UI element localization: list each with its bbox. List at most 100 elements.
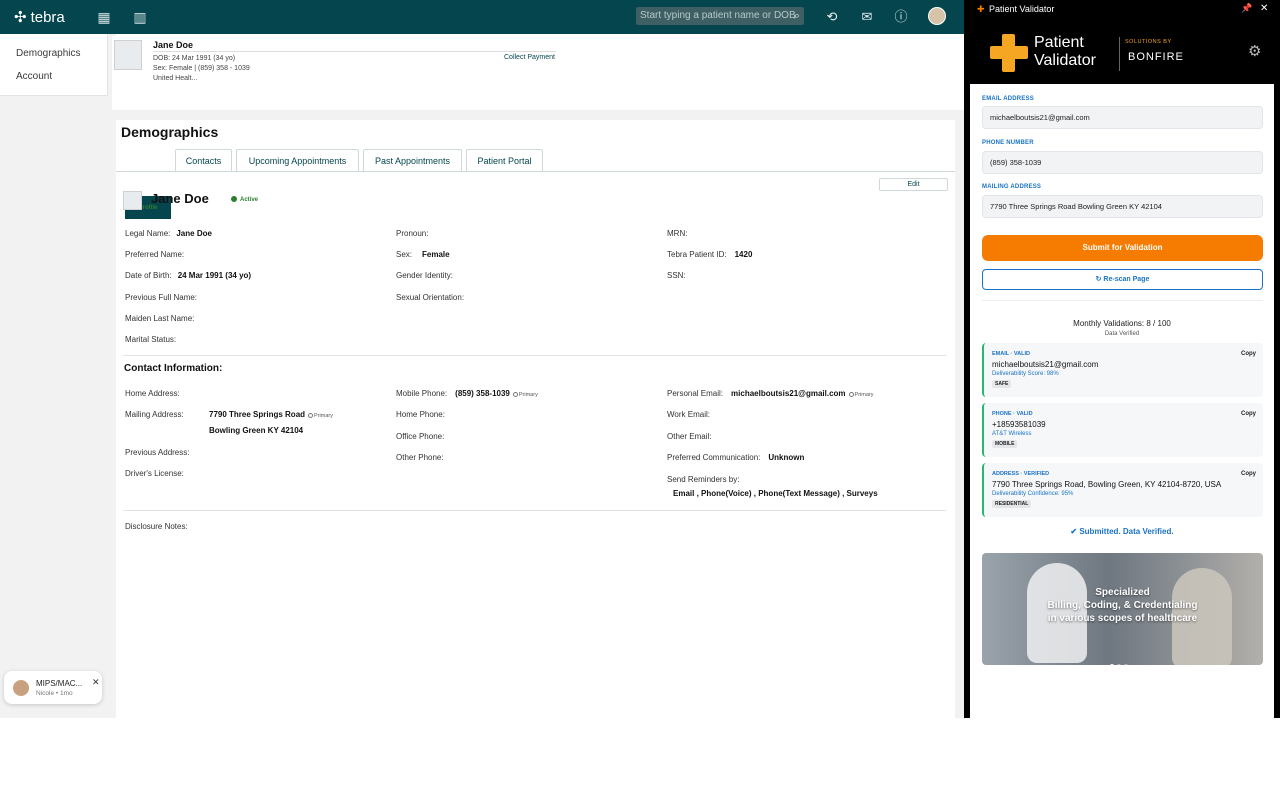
- result-tag: SAFE: [992, 380, 1012, 388]
- previous-full-name-label: Previous Full Name:: [125, 293, 198, 302]
- address-result-card: ADDRESS · VERIFIED 7790 Three Springs Ro…: [982, 463, 1263, 517]
- carousel-dot[interactable]: [1124, 664, 1128, 665]
- bonfire-logo: BONFIRE: [1128, 51, 1184, 63]
- gear-icon[interactable]: ⚙: [1248, 42, 1261, 60]
- user-avatar[interactable]: [928, 7, 946, 25]
- result-header: ADDRESS · VERIFIED: [992, 471, 1050, 477]
- legal-name-label: Legal Name:: [125, 229, 171, 238]
- promo-line1: Specialized: [1095, 587, 1150, 598]
- nav-item-account[interactable]: Account: [16, 71, 52, 82]
- mobile-phone-row: Mobile Phone: (859) 358-1039 Primary: [396, 389, 538, 398]
- mailing-address-field[interactable]: 7790 Three Springs Road Bowling Green KY…: [982, 195, 1263, 218]
- sex-row: Sex: Female: [396, 250, 450, 259]
- close-icon[interactable]: ✕: [92, 677, 100, 688]
- result-tag: RESIDENTIAL: [992, 500, 1032, 508]
- status-badge: Active: [231, 196, 258, 203]
- search-placeholder: Start typing a patient name or DOB: [640, 10, 796, 21]
- result-subtext: Deliverability Score: 98%: [992, 371, 1059, 377]
- tabs-underline: [116, 171, 955, 172]
- submitted-status: ✔ Submitted. Data Verified.: [1070, 527, 1174, 536]
- legal-name-value: Jane Doe: [176, 229, 212, 238]
- send-reminders-value: Email , Phone(Voice) , Phone(Text Messag…: [673, 489, 878, 498]
- patient-sex-phone: Sex: Female | (859) 358 - 1039: [153, 65, 250, 72]
- personal-email-label: Personal Email:: [667, 389, 724, 398]
- close-icon[interactable]: ✕: [1260, 3, 1268, 14]
- carousel-dot[interactable]: [1117, 664, 1121, 665]
- patient-avatar: [123, 191, 142, 210]
- carousel-dot[interactable]: [1110, 664, 1114, 665]
- right-gutter: [955, 110, 964, 718]
- personal-email-value: michaelboutsis21@gmail.com: [731, 389, 846, 398]
- primary-check-icon: [848, 392, 854, 397]
- validator-body: EMAIL ADDRESS michaelboutsis21@gmail.com…: [970, 84, 1274, 718]
- other-phone-label: Other Phone:: [396, 453, 444, 462]
- tab-patient-portal[interactable]: Patient Portal: [466, 149, 543, 172]
- carousel-dots[interactable]: [1110, 655, 1131, 665]
- header-divider: [153, 51, 556, 52]
- primary-badge: Primary: [848, 392, 874, 398]
- page-title: Demographics: [121, 124, 219, 140]
- phone-label: PHONE NUMBER: [982, 140, 1034, 146]
- pin-icon[interactable]: 📌: [1241, 3, 1252, 14]
- demographics-card: Demographics Profile Contacts Upcoming A…: [116, 120, 955, 718]
- validator-window-icon: ✚: [977, 4, 985, 14]
- patient-photo: [114, 40, 142, 70]
- promo-carousel[interactable]: Specialized Billing, Coding, & Credentia…: [982, 553, 1263, 665]
- work-email-label: Work Email:: [667, 410, 710, 419]
- left-navigation: Demographics Account: [0, 34, 108, 96]
- phone-field[interactable]: (859) 358-1039: [982, 151, 1263, 174]
- tab-contacts[interactable]: Contacts: [175, 149, 232, 172]
- status-text: Active: [240, 197, 259, 203]
- patient-search-input[interactable]: Start typing a patient name or DOB ⌕: [636, 7, 804, 25]
- copy-button[interactable]: Copy: [1241, 411, 1256, 417]
- primary-check-icon: [308, 413, 314, 418]
- tab-upcoming-appointments[interactable]: Upcoming Appointments: [236, 149, 359, 172]
- copy-button[interactable]: Copy: [1241, 471, 1256, 477]
- edit-button[interactable]: Edit: [879, 178, 948, 191]
- check-icon: [231, 196, 237, 202]
- left-gray-area: [0, 96, 116, 718]
- rescan-page-button[interactable]: ↻ Re-scan Page: [982, 269, 1263, 290]
- apps-grid-icon[interactable]: ▦: [95, 8, 113, 26]
- send-reminders-label: Send Reminders by:: [667, 475, 740, 484]
- copy-button[interactable]: Copy: [1241, 351, 1256, 357]
- tebra-logo[interactable]: ✣ tebra: [14, 8, 65, 27]
- help-icon[interactable]: ⓘ: [892, 8, 910, 26]
- banner-divider: [1119, 37, 1120, 71]
- primary-text: Primary: [854, 392, 874, 398]
- submit-validation-button[interactable]: Submit for Validation: [982, 235, 1263, 261]
- tebra-logo-icon: ✣: [14, 9, 27, 26]
- result-tag: MOBILE: [992, 440, 1018, 448]
- promo-line2: Billing, Coding, & Credentialing: [1047, 600, 1198, 611]
- search-icon[interactable]: ⌕: [794, 7, 800, 25]
- collect-payment-link[interactable]: Collect Payment: [504, 54, 555, 61]
- chat-title: MIPS/MAC...: [36, 679, 83, 688]
- email-result-card: EMAIL · VALID michaelboutsis21@gmail.com…: [982, 343, 1263, 397]
- disclosure-notes-label: Disclosure Notes:: [125, 522, 188, 531]
- marital-status-label: Marital Status:: [125, 335, 177, 344]
- history-icon[interactable]: ⟲: [823, 8, 841, 26]
- patient-name[interactable]: Jane Doe: [153, 40, 193, 50]
- sexual-orientation-label: Sexual Orientation:: [396, 293, 465, 302]
- dob-row: Date of Birth: 24 Mar 1991 (34 yo): [125, 271, 251, 280]
- chat-avatar: [13, 680, 29, 696]
- email-label: EMAIL ADDRESS: [982, 96, 1034, 102]
- reports-chart-icon[interactable]: ▥: [131, 8, 149, 26]
- result-subtext: Deliverability Confidence: 95%: [992, 491, 1074, 497]
- chat-notification-chip[interactable]: MIPS/MAC... Nicole • 1mo ✕: [4, 671, 102, 704]
- mailing-address-line1: 7790 Three Springs Road Primary: [209, 410, 333, 419]
- email-field[interactable]: michaelboutsis21@gmail.com: [982, 106, 1263, 129]
- tab-past-appointments[interactable]: Past Appointments: [363, 149, 462, 172]
- sex-label: Sex:: [396, 250, 413, 259]
- primary-text: Primary: [518, 392, 538, 398]
- divider: [982, 300, 1263, 301]
- patient-header: Jane Doe DOB: 24 Mar 1991 (34 yo) Sex: F…: [112, 36, 964, 110]
- mailing-address-label: Mailing Address:: [125, 410, 184, 419]
- gender-identity-label: Gender Identity:: [396, 271, 453, 280]
- preferred-communication-label: Preferred Communication:: [667, 453, 761, 462]
- legal-name-row: Legal Name: Jane Doe: [125, 229, 212, 238]
- dob-value: 24 Mar 1991 (34 yo): [177, 271, 252, 280]
- tebra-id-label: Tebra Patient ID:: [667, 250, 727, 259]
- nav-item-demographics[interactable]: Demographics: [16, 48, 80, 59]
- mail-icon[interactable]: ✉: [858, 8, 876, 26]
